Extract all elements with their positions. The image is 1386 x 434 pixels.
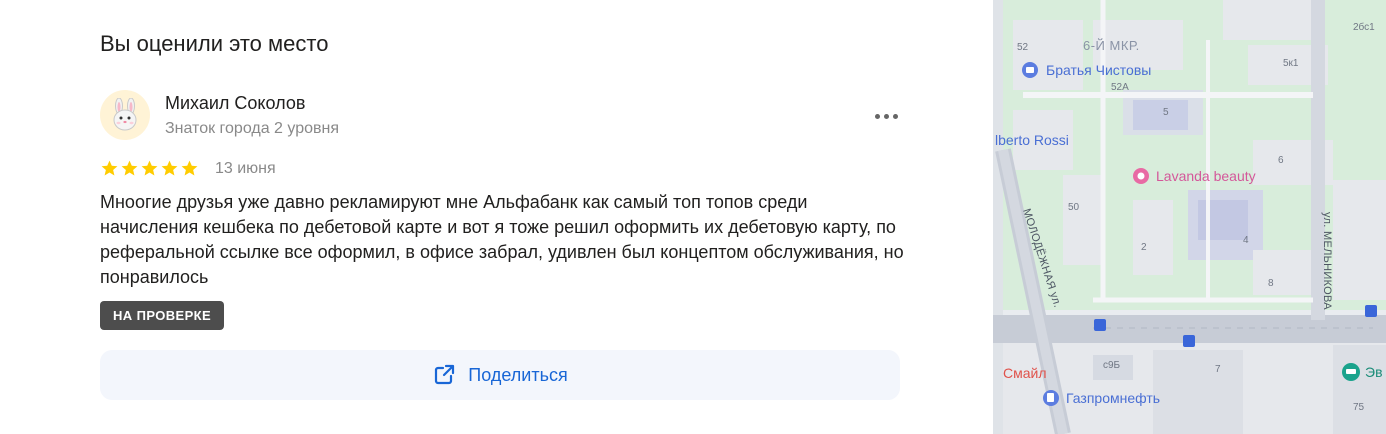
bunny-avatar-icon <box>113 98 137 131</box>
svg-text:4: 4 <box>1243 235 1249 246</box>
more-dots-icon <box>874 113 880 119</box>
author-level: Знаток города 2 уровня <box>165 120 340 137</box>
svg-text:2: 2 <box>1141 242 1147 253</box>
map-view[interactable]: 6-Й МКР. 52 52А 5 5к1 2бс1 6 50 4 2 8 с9… <box>993 0 1386 434</box>
svg-text:Братья Чистовы: Братья Чистовы <box>1046 62 1151 78</box>
svg-text:5к1: 5к1 <box>1283 58 1299 69</box>
svg-text:6-Й МКР.: 6-Й МКР. <box>1083 38 1140 53</box>
map-canvas[interactable]: 6-Й МКР. 52 52А 5 5к1 2бс1 6 50 4 2 8 с9… <box>993 0 1386 434</box>
svg-text:2бс1: 2бс1 <box>1353 21 1375 33</box>
rating-stars <box>100 159 199 178</box>
svg-text:6: 6 <box>1278 155 1284 166</box>
star-icon <box>141 160 158 176</box>
review-date: 13 июня <box>215 160 276 177</box>
svg-text:8: 8 <box>1268 278 1274 289</box>
svg-text:Эв: Эв <box>1365 364 1383 380</box>
svg-text:Смайл: Смайл <box>1003 365 1047 381</box>
share-button[interactable]: Поделиться <box>100 350 900 400</box>
star-icon <box>101 160 118 176</box>
review-text: Мноогие друзья уже давно рекламируют мне… <box>100 192 904 287</box>
svg-text:75: 75 <box>1353 402 1365 413</box>
svg-text:50: 50 <box>1068 202 1080 213</box>
svg-text:ул. МЕЛЬНИКОВА: ул. МЕЛЬНИКОВА <box>1321 212 1333 310</box>
page-title: Вы оценили это место <box>100 31 329 56</box>
more-options-button[interactable] <box>866 104 906 128</box>
star-icon <box>181 160 198 176</box>
status-badge: НА ПРОВЕРКЕ <box>100 301 225 330</box>
svg-text:52: 52 <box>1017 42 1029 53</box>
author-avatar[interactable] <box>100 90 150 140</box>
svg-text:с9Б: с9Б <box>1103 360 1121 371</box>
author-name[interactable]: Михаил Соколов <box>165 93 305 114</box>
star-icon <box>161 160 178 176</box>
svg-text:5: 5 <box>1163 107 1169 118</box>
svg-text:Lavanda beauty: Lavanda beauty <box>1156 168 1256 184</box>
svg-text:Газпромнефть: Газпромнефть <box>1066 390 1160 406</box>
star-icon <box>121 160 138 176</box>
share-label: Поделиться <box>468 364 568 385</box>
svg-text:lberto Rossi: lberto Rossi <box>995 132 1069 148</box>
share-icon <box>435 364 455 385</box>
svg-text:7: 7 <box>1215 364 1221 375</box>
review-panel: Вы оценили это место Михаил Соколов Знат… <box>0 0 993 434</box>
svg-text:52А: 52А <box>1111 82 1129 93</box>
